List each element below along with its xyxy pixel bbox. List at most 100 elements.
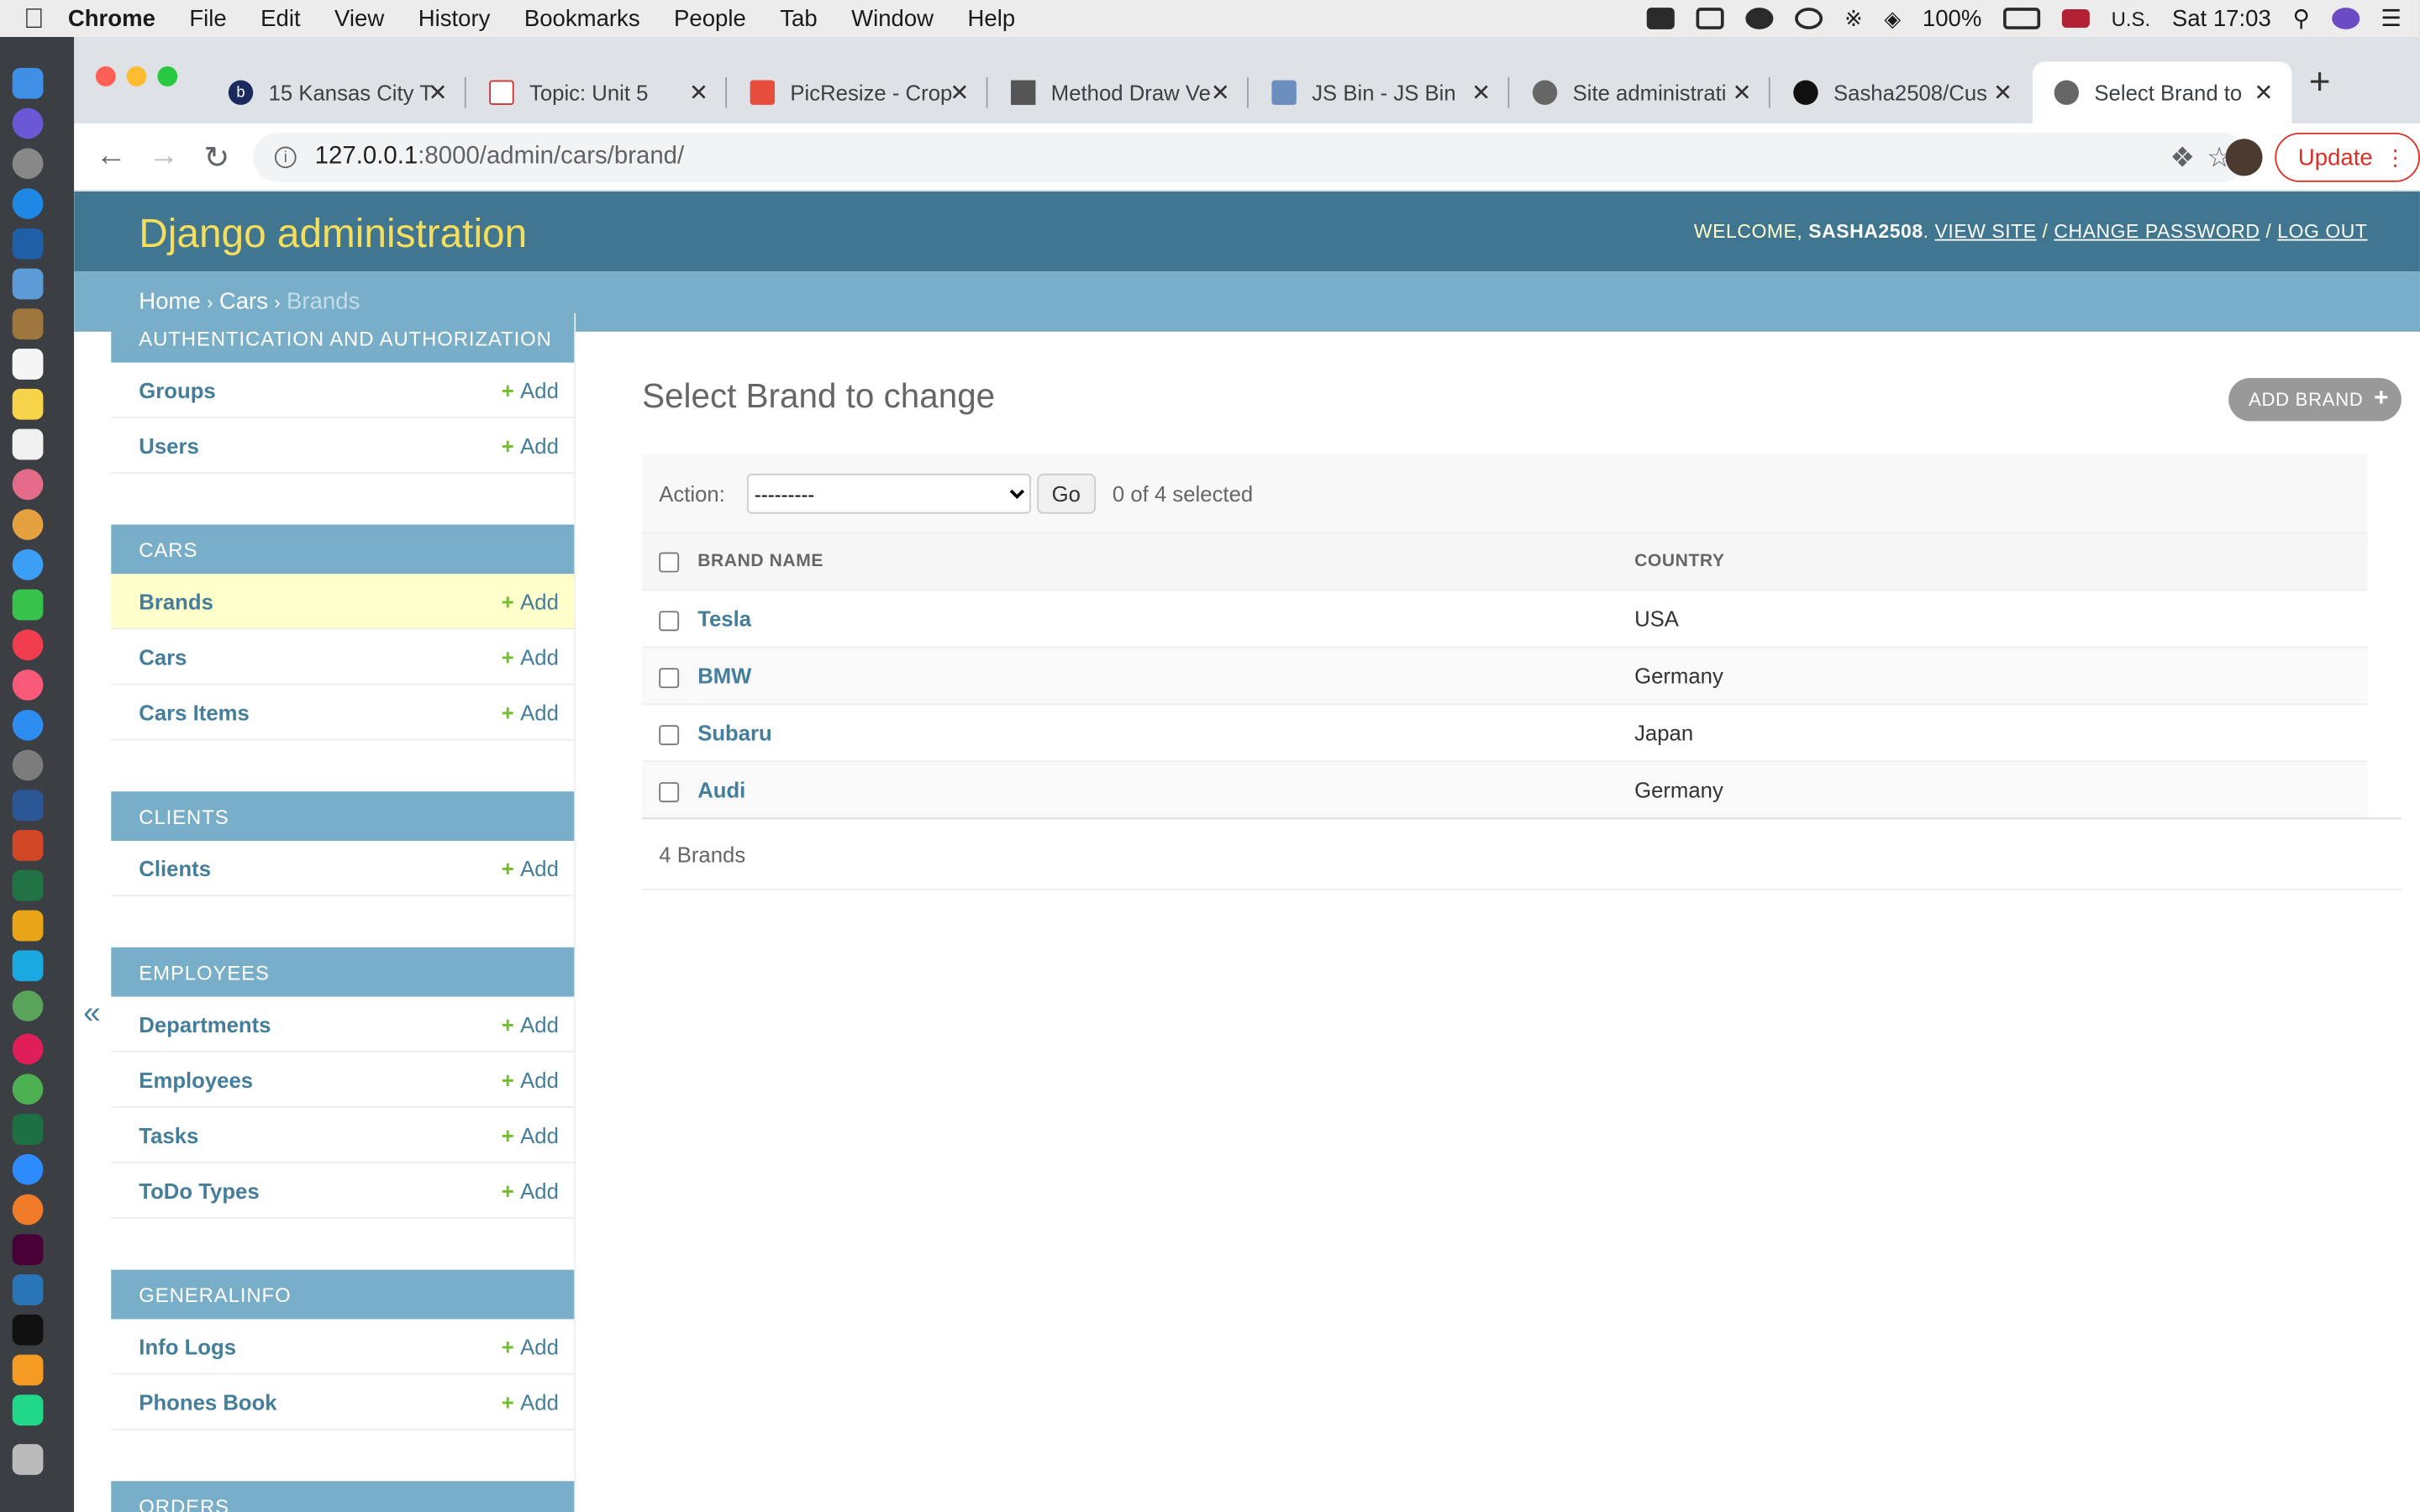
profile-avatar[interactable] <box>2225 139 2263 176</box>
input-source[interactable]: U.S. <box>2112 7 2150 30</box>
sublime-icon[interactable] <box>12 1354 44 1386</box>
control-center-icon[interactable]: ☰ <box>2381 5 2402 32</box>
menu-tab[interactable]: Tab <box>780 5 817 31</box>
column-country[interactable]: COUNTRY <box>1634 532 2368 591</box>
appstore-icon[interactable] <box>12 709 44 741</box>
reminders-icon[interactable] <box>12 428 44 460</box>
column-brand-name[interactable]: BRAND NAME <box>697 532 1635 591</box>
sidebar-item-tasks[interactable]: Tasks + Add <box>111 1108 575 1163</box>
reload-icon[interactable]: ↻ <box>203 139 229 177</box>
breadcrumb-home[interactable]: Home <box>139 288 200 314</box>
siri-icon[interactable] <box>2331 8 2360 29</box>
messages-icon[interactable] <box>12 549 44 580</box>
tab-github[interactable]: Sasha2508/Cus ✕ <box>1772 61 2032 123</box>
sidebar-item-phones-book[interactable]: Phones Book + Add <box>111 1374 575 1431</box>
add-link[interactable]: + Add <box>502 377 559 402</box>
tab-select-brand[interactable]: Select Brand to ✕ <box>2032 61 2292 123</box>
excel-icon[interactable] <box>12 869 44 901</box>
calendar-icon[interactable] <box>12 349 44 380</box>
module-caption[interactable]: CLIENTS <box>111 791 575 842</box>
close-tab-icon[interactable]: ✕ <box>950 79 969 107</box>
toggle-nav-sidebar-icon[interactable]: « <box>83 997 100 1032</box>
close-tab-icon[interactable]: ✕ <box>2254 79 2273 107</box>
update-button[interactable]: Update ⋮ <box>2275 132 2420 182</box>
add-link[interactable]: + Add <box>502 644 559 669</box>
add-brand-button[interactable]: ADD BRAND + <box>2228 377 2402 422</box>
close-tab-icon[interactable]: ✕ <box>1471 79 1491 107</box>
module-caption[interactable]: GENERALINFO <box>111 1269 575 1320</box>
apple-icon[interactable]:  <box>0 3 68 35</box>
launchpad-icon[interactable] <box>12 148 44 180</box>
search-icon[interactable]: ⚲ <box>2293 5 2310 32</box>
lync-icon[interactable] <box>12 950 44 982</box>
vscode-icon[interactable] <box>12 1274 44 1305</box>
sidebar-item-employees[interactable]: Employees + Add <box>111 1053 575 1108</box>
word-icon[interactable] <box>12 790 44 822</box>
sidebar-item-cars[interactable]: Cars + Add <box>111 629 575 685</box>
close-tab-icon[interactable]: ✕ <box>1733 79 1752 107</box>
compass-icon[interactable] <box>12 1194 44 1226</box>
excel2-icon[interactable] <box>12 1114 44 1145</box>
sidebar-item-users[interactable]: Users + Add <box>111 418 575 474</box>
zoom-dock-icon[interactable] <box>12 1153 44 1185</box>
select-all-checkbox[interactable] <box>659 551 680 572</box>
action-select[interactable]: --------- <box>746 473 1031 514</box>
add-link[interactable]: + Add <box>502 433 559 457</box>
add-link[interactable]: + Add <box>502 1011 559 1036</box>
menu-history[interactable]: History <box>418 5 491 31</box>
menu-bookmarks[interactable]: Bookmarks <box>524 5 640 31</box>
bluetooth-icon[interactable]: ※ <box>1844 5 1863 31</box>
tab-picresize[interactable]: PicResize - Crop ✕ <box>729 61 988 123</box>
tab-js-bin[interactable]: JS Bin - JS Bin ✕ <box>1250 61 1510 123</box>
module-caption[interactable]: EMPLOYEES <box>111 947 575 997</box>
address-bar[interactable]: i 127.0.0.1:8000/admin/cars/brand/ ☆ <box>253 132 2248 182</box>
sidebar-item-departments[interactable]: Departments + Add <box>111 997 575 1053</box>
sidebar-item-groups[interactable]: Groups + Add <box>111 363 575 418</box>
row-checkbox[interactable] <box>659 781 680 802</box>
box-icon[interactable] <box>1696 8 1724 29</box>
add-link[interactable]: + Add <box>502 1067 559 1091</box>
chrome-dock-icon[interactable] <box>12 1074 44 1105</box>
photos-icon[interactable] <box>12 469 44 501</box>
music-icon[interactable] <box>12 669 44 701</box>
module-caption[interactable]: CARS <box>111 524 575 575</box>
close-tab-icon[interactable]: ✕ <box>1211 79 1230 107</box>
terminal-icon[interactable] <box>12 1314 44 1346</box>
bbedit-icon[interactable] <box>12 228 44 260</box>
pycharm-icon[interactable] <box>12 1394 44 1426</box>
tab-kansas-city[interactable]: b 15 Kansas City T ✕ <box>207 61 466 123</box>
module-caption[interactable]: ORDERS <box>111 1481 575 1512</box>
add-link[interactable]: + Add <box>502 1122 559 1147</box>
row-checkbox[interactable] <box>659 667 680 688</box>
close-tab-icon[interactable]: ✕ <box>1993 79 2012 107</box>
brand-link[interactable]: BMW <box>697 664 751 688</box>
preview-icon[interactable] <box>12 268 44 300</box>
wifi-icon[interactable]: ◈ <box>1884 5 1901 31</box>
creative-cloud-icon[interactable] <box>1745 8 1774 29</box>
clock[interactable]: Sat 17:03 <box>2172 5 2271 31</box>
facetime-icon[interactable] <box>12 589 44 621</box>
site-branding[interactable]: Django administration <box>139 210 527 258</box>
sidebar-item-todo-types[interactable]: ToDo Types + Add <box>111 1163 575 1219</box>
brand-link[interactable]: Audi <box>697 778 745 802</box>
change-password-link[interactable]: CHANGE PASSWORD <box>2054 221 2260 243</box>
photos2-icon[interactable] <box>12 509 44 540</box>
row-checkbox[interactable] <box>659 724 680 745</box>
siri-dock-icon[interactable] <box>12 108 44 139</box>
menu-app[interactable]: Chrome <box>68 5 155 31</box>
view-site-link[interactable]: VIEW SITE <box>1935 221 2037 243</box>
close-tab-icon[interactable]: ✕ <box>689 79 708 107</box>
sidebar-item-brands[interactable]: Brands + Add <box>111 574 575 630</box>
notes-brown-icon[interactable] <box>12 308 44 340</box>
zoom-icon[interactable] <box>1647 8 1676 29</box>
menu-help[interactable]: Help <box>967 5 1015 31</box>
settings-icon[interactable] <box>12 749 44 781</box>
add-link[interactable]: + Add <box>502 1334 559 1358</box>
module-caption[interactable]: AUTHENTICATION AND AUTHORIZATION <box>111 312 575 363</box>
network-icon[interactable] <box>12 990 44 1021</box>
menu-people[interactable]: People <box>674 5 746 31</box>
go-button[interactable]: Go <box>1036 473 1096 514</box>
add-link[interactable]: + Add <box>502 1389 559 1414</box>
menu-file[interactable]: File <box>189 5 226 31</box>
xd-icon[interactable] <box>12 1234 44 1266</box>
